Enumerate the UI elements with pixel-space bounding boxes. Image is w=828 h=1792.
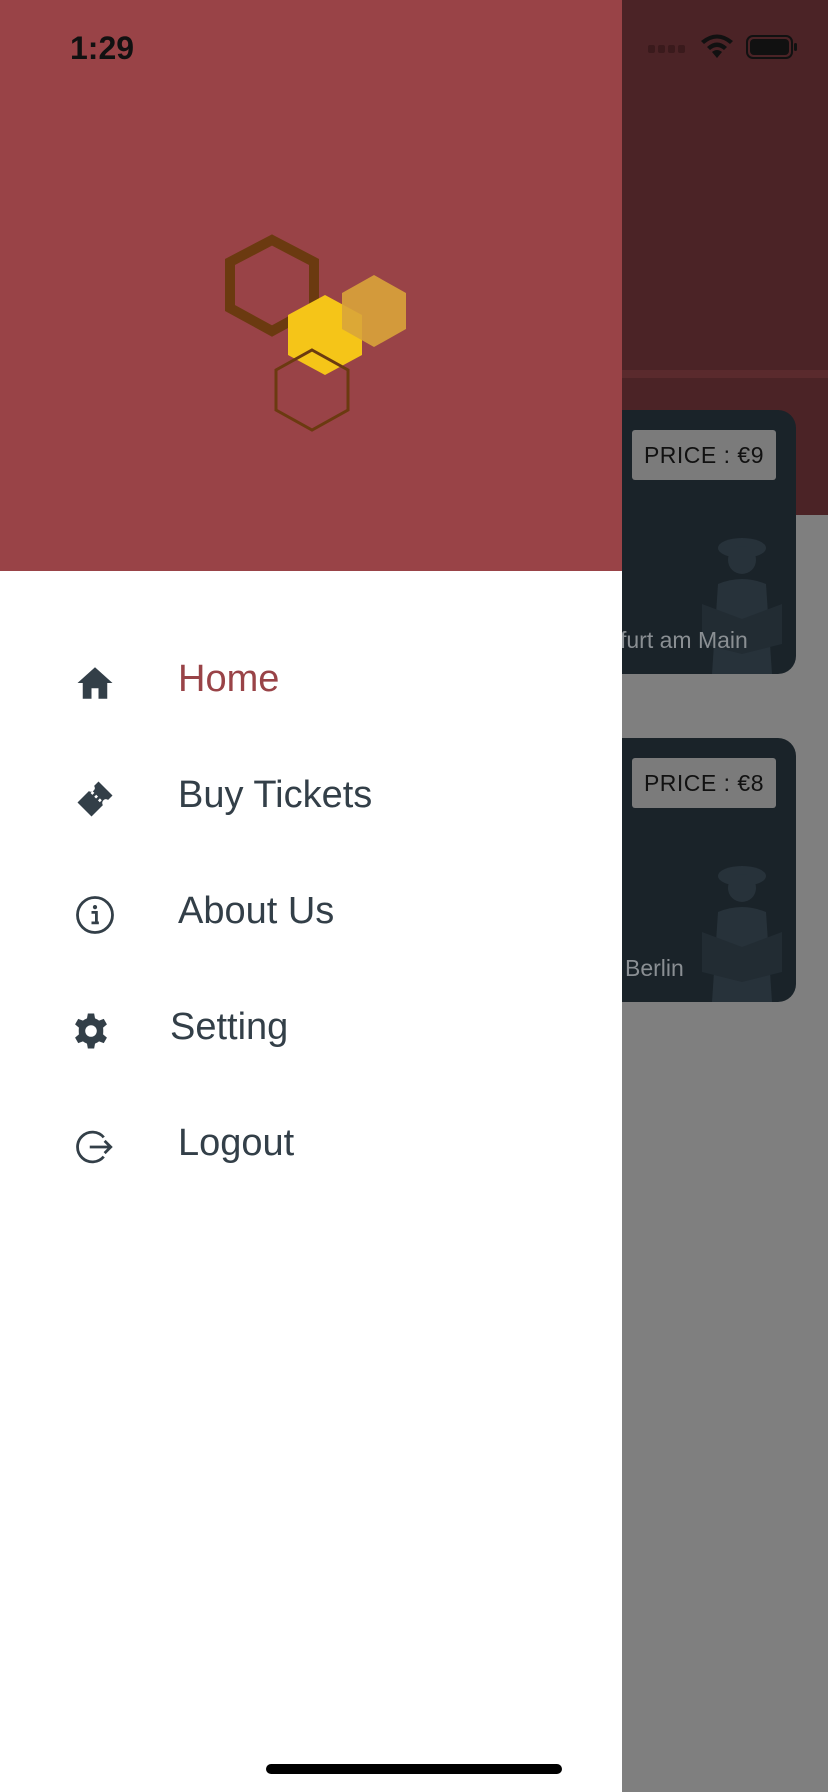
card-city: Berlin	[625, 955, 684, 981]
drawer-menu: Home Buy Tickets About Us Setting Logout	[0, 632, 622, 1212]
ticket-icon	[77, 781, 113, 817]
menu-label: Home	[178, 658, 280, 700]
logout-icon	[76, 1130, 113, 1164]
gear-icon	[75, 1013, 107, 1049]
honeycomb-logo-icon	[225, 234, 406, 432]
menu-label: Buy Tickets	[178, 774, 373, 816]
reading-person-icon	[702, 866, 782, 1002]
home-indicator[interactable]	[266, 1764, 562, 1774]
menu-item-logout[interactable]: Logout	[0, 1096, 622, 1212]
card-city: furt am Main	[620, 627, 748, 653]
battery-icon	[746, 35, 797, 59]
info-icon	[76, 896, 114, 934]
price-badge: PRICE : €9	[632, 430, 776, 480]
drawer-header	[0, 0, 622, 571]
home-icon	[77, 667, 113, 699]
menu-item-setting[interactable]: Setting	[0, 980, 622, 1096]
menu-label: Logout	[178, 1122, 295, 1164]
wifi-icon	[701, 34, 733, 58]
menu-item-buy-tickets[interactable]: Buy Tickets	[0, 748, 622, 864]
menu-label: Setting	[170, 1006, 289, 1048]
status-icons	[648, 34, 798, 60]
menu-item-home[interactable]: Home	[0, 632, 622, 748]
price-badge: PRICE : €8	[632, 758, 776, 808]
navigation-drawer: Home Buy Tickets About Us Setting Logout	[0, 0, 622, 1792]
signal-icon	[648, 45, 685, 53]
menu-item-about-us[interactable]: About Us	[0, 864, 622, 980]
status-time: 1:29	[70, 30, 135, 66]
menu-label: About Us	[178, 890, 335, 932]
